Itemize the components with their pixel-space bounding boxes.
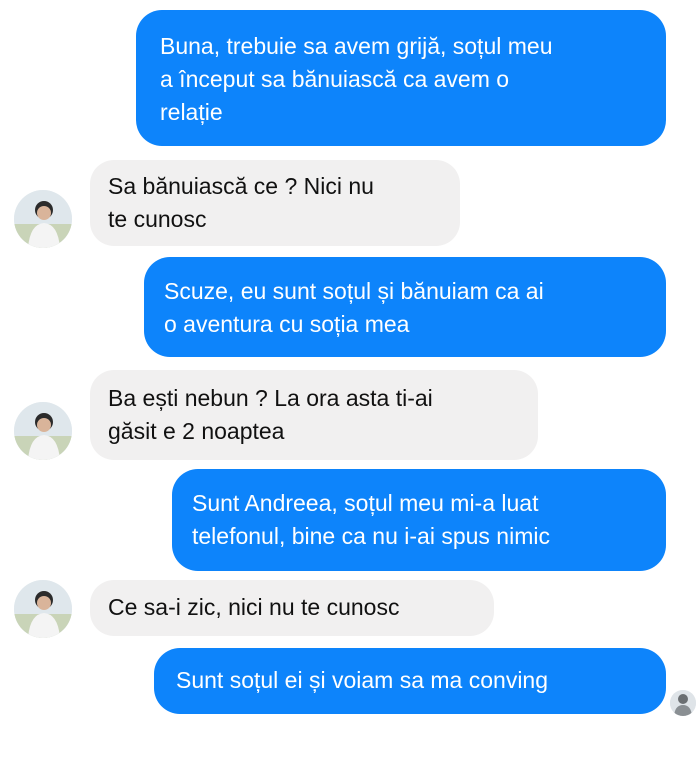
contact-avatar-icon[interactable] xyxy=(14,402,72,460)
chat-thread: Buna, trebuie sa avem grijă, soțul meu a… xyxy=(0,0,700,782)
contact-avatar-icon[interactable] xyxy=(14,580,72,638)
seen-avatar-icon xyxy=(670,690,696,716)
outgoing-message[interactable]: Sunt soțul ei și voiam sa ma conving xyxy=(154,648,666,714)
incoming-message[interactable]: Sa bănuiască ce ? Nici nu te cunosc xyxy=(90,160,460,246)
outgoing-message[interactable]: Scuze, eu sunt soțul și bănuiam ca ai o … xyxy=(144,257,666,357)
outgoing-message[interactable]: Buna, trebuie sa avem grijă, soțul meu a… xyxy=(136,10,666,146)
contact-avatar-icon[interactable] xyxy=(14,190,72,248)
incoming-message[interactable]: Ce sa-i zic, nici nu te cunosc xyxy=(90,580,494,636)
outgoing-message[interactable]: Sunt Andreea, soțul meu mi-a luat telefo… xyxy=(172,469,666,571)
incoming-message[interactable]: Ba ești nebun ? La ora asta ti-ai găsit … xyxy=(90,370,538,460)
